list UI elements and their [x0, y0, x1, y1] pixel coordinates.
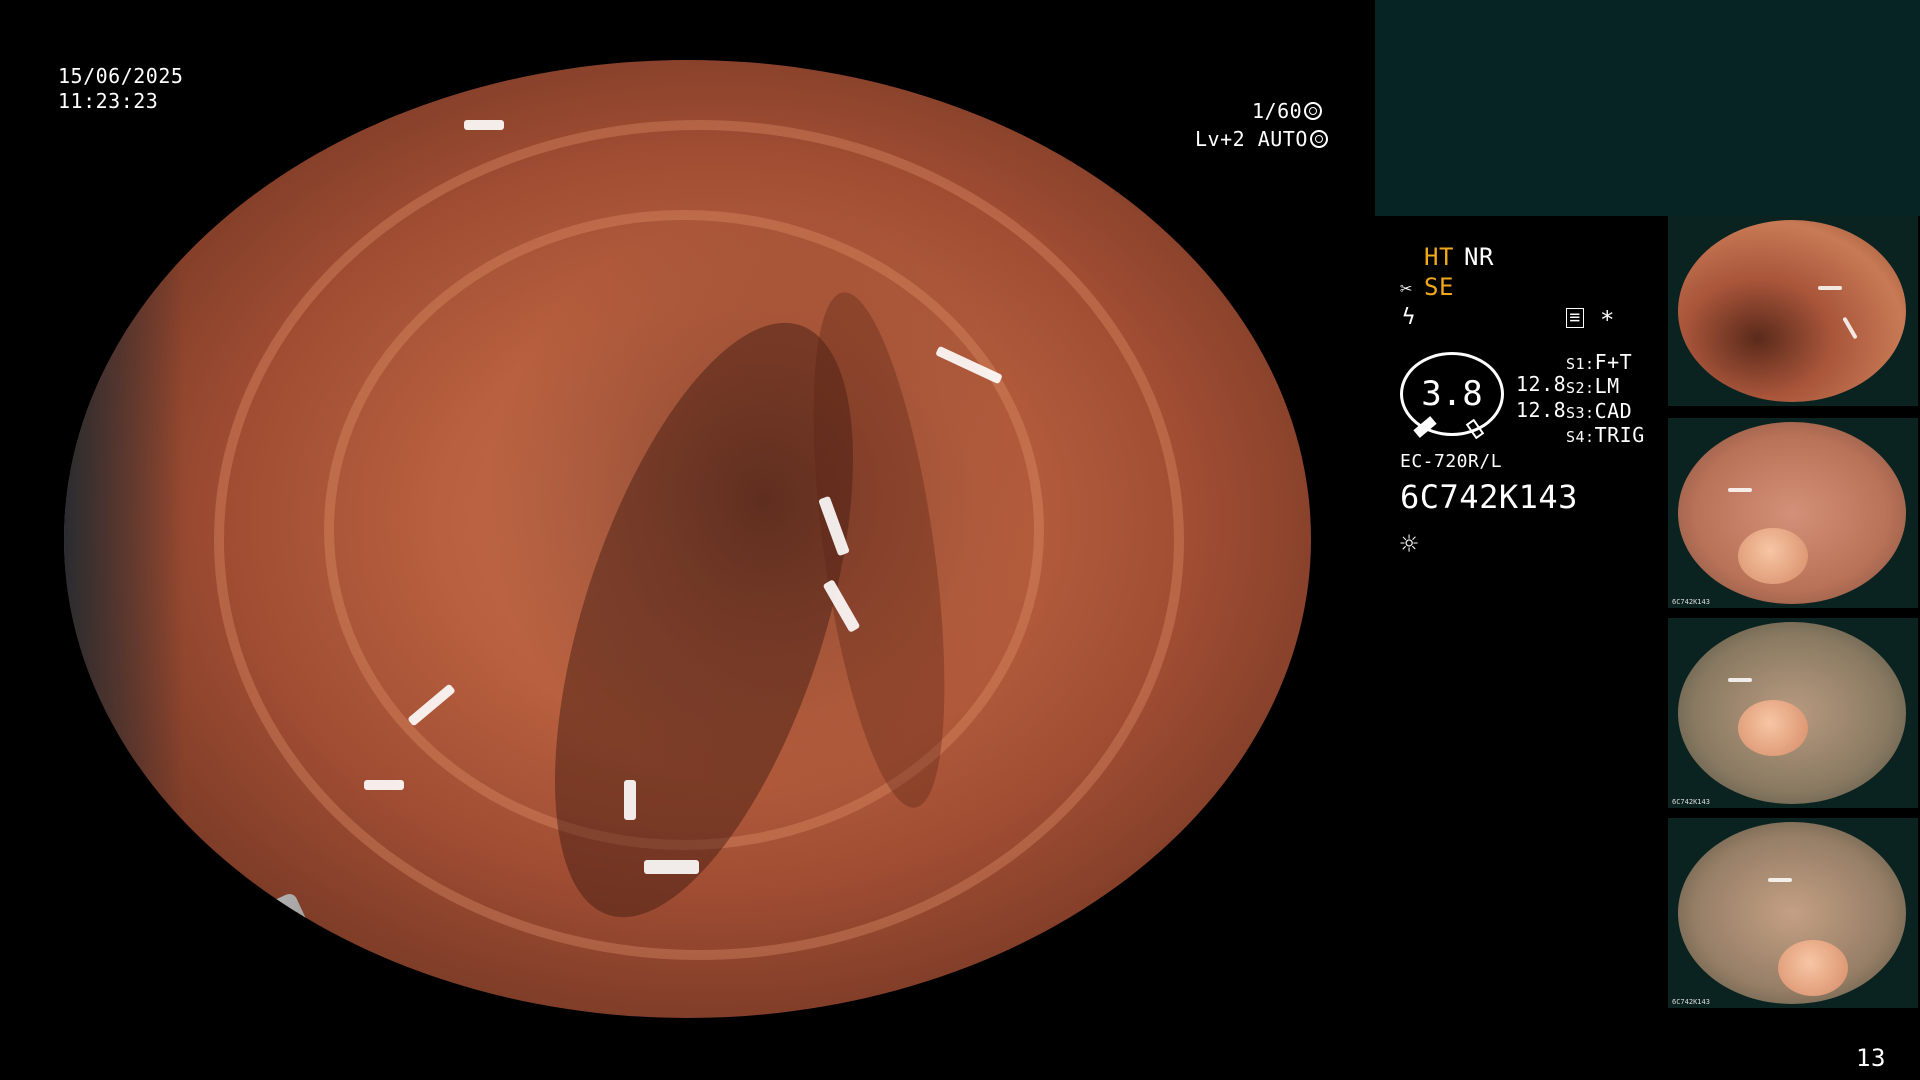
nr-indicator: NR — [1464, 243, 1494, 271]
ratio-bottom: 12.8 — [1516, 398, 1567, 422]
light-source-icon: ☼ — [1400, 527, 1419, 562]
switch-key: S2: — [1566, 379, 1595, 397]
star-indicator: * — [1600, 306, 1615, 334]
shutter-value: 1/60 — [1252, 99, 1303, 123]
frame-count: 13 — [1856, 1044, 1886, 1072]
gauge-icon: 3.8 — [1400, 352, 1508, 440]
switch-s1: S1:F+T — [1566, 350, 1632, 376]
switch-s3: S3:CAD — [1566, 399, 1632, 425]
level-readout: Lv+2 AUTO — [1195, 127, 1328, 151]
shutter-readout: 1/60 — [1252, 99, 1323, 123]
scissors-icon: ✂ — [1400, 276, 1413, 300]
level-value: Lv+2 — [1195, 127, 1246, 151]
switch-key: S1: — [1566, 355, 1595, 373]
thumbnail-caption: 6C742K143 — [1672, 598, 1710, 606]
scope-serial: 6C742K143 — [1400, 478, 1578, 516]
date-label: 15/06/2025 — [58, 64, 184, 88]
thumbnail-1[interactable] — [1668, 216, 1918, 406]
se-indicator: SE — [1424, 273, 1454, 301]
switch-value: TRIG — [1594, 423, 1645, 447]
thumbnail-caption: 6C742K143 — [1672, 798, 1710, 806]
switch-s4: S4:TRIG — [1566, 423, 1645, 449]
thumbnail-caption: 6C742K143 — [1672, 998, 1710, 1006]
switch-s2: S2:LM — [1566, 374, 1620, 400]
switch-value: LM — [1594, 374, 1620, 398]
endoscope-view — [64, 60, 1311, 1018]
ratio-top: 12.8 — [1516, 372, 1567, 396]
switch-value: CAD — [1594, 399, 1633, 423]
time-label: 11:23:23 — [58, 89, 159, 113]
thumbnail-4[interactable]: 6C742K143 — [1668, 818, 1918, 1008]
thumbnail-2[interactable]: 6C742K143 — [1668, 418, 1918, 608]
info-panel — [1375, 0, 1920, 216]
shutter-icon — [1304, 102, 1323, 120]
iris-mode: AUTO — [1257, 127, 1308, 151]
ht-indicator: HT — [1424, 243, 1454, 271]
gauge-value: 3.8 — [1421, 374, 1483, 414]
switch-key: S4: — [1566, 428, 1595, 446]
auto-iris-icon — [1309, 130, 1328, 148]
memo-icon: ≡ — [1566, 308, 1584, 328]
switch-value: F+T — [1594, 350, 1633, 374]
lightning-icon: ϟ — [1402, 305, 1416, 330]
thumbnail-3[interactable]: 6C742K143 — [1668, 618, 1918, 808]
scope-model: EC-720R/L — [1400, 451, 1503, 472]
switch-key: S3: — [1566, 404, 1595, 422]
